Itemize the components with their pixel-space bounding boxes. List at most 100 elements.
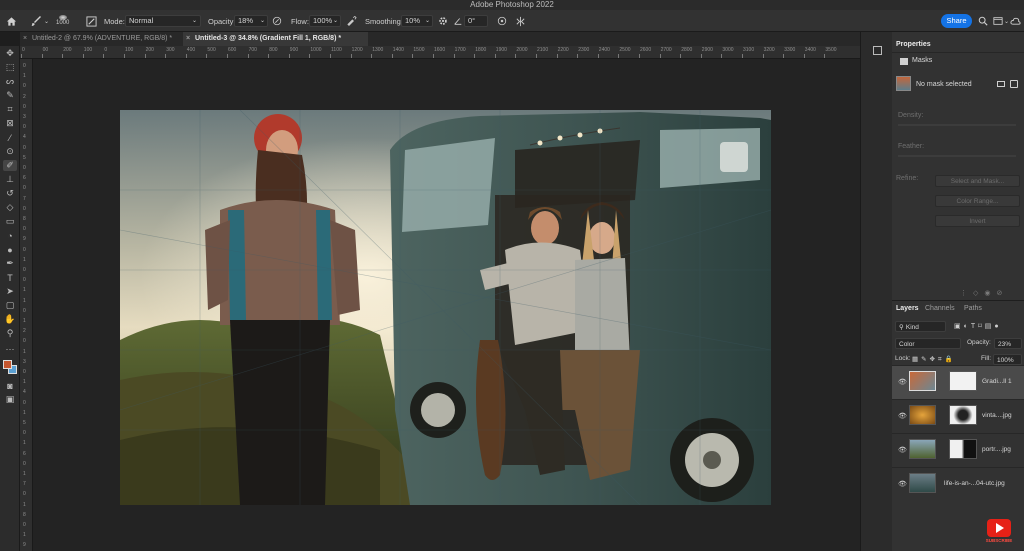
share-button[interactable]: Share (941, 14, 972, 28)
gear-icon[interactable] (438, 10, 448, 32)
tab-untitled-2[interactable]: × Untitled-2 @ 67.9% (ADVENTURE, RGB/8) … (20, 32, 183, 46)
pen-tool-icon[interactable]: ✒ (3, 258, 17, 269)
gradient-tool-icon[interactable]: ▭ (3, 216, 17, 227)
layer-row-vintage[interactable]: 👁 vinta....jpg (892, 399, 1024, 433)
blur-tool-icon[interactable]: ◔ (3, 230, 17, 241)
tab-channels[interactable]: Channels (925, 302, 955, 316)
ruler-tick-label: 7 (23, 481, 26, 488)
quick-select-tool-icon[interactable]: ✎ (3, 90, 17, 101)
vector-mask-icon[interactable] (1010, 80, 1018, 88)
ruler-tick-label: 1 (23, 471, 26, 477)
eye-icon[interactable]: 👁 (898, 446, 907, 454)
tab-untitled-3[interactable]: × Untitled-3 @ 34.8% (Gradient Fill 1, R… (183, 32, 368, 46)
crop-tool-icon[interactable]: ⌗ (3, 104, 17, 115)
fill-field[interactable]: 100% (993, 354, 1022, 365)
frame-tool-icon[interactable]: ⊠ (3, 118, 17, 129)
opacity-field[interactable]: 18% ⌄ (234, 10, 268, 32)
ruler-tick (556, 54, 558, 58)
tab-properties[interactable]: Properties (896, 38, 931, 52)
brush-preset-picker[interactable]: 1000 (56, 10, 69, 32)
pressure-size-icon[interactable] (497, 10, 507, 32)
search-icon[interactable] (978, 10, 988, 32)
fill-label: Fill: (981, 355, 992, 362)
pixel-mask-icon[interactable] (997, 81, 1005, 87)
layer-thumbnail (909, 405, 936, 425)
tab-label: Untitled-3 @ 34.8% (Gradient Fill 1, RGB… (195, 35, 342, 42)
symmetry-icon[interactable] (515, 10, 526, 32)
feather-slider[interactable] (898, 155, 1016, 157)
brush-settings-icon[interactable] (86, 10, 97, 32)
airbrush-icon[interactable] (346, 10, 357, 32)
angle-icon[interactable] (453, 10, 463, 32)
eye-icon[interactable]: 👁 (898, 412, 907, 420)
type-tool-icon[interactable]: T (3, 272, 17, 283)
layer-mask-thumbnail (949, 405, 977, 425)
close-icon[interactable]: × (186, 32, 190, 46)
move-tool-icon[interactable]: ✥ (3, 48, 17, 59)
chevron-down-icon[interactable]: ⌄ (44, 18, 49, 25)
layer-thumbnail (909, 371, 936, 391)
dodge-tool-icon[interactable]: ● (3, 244, 17, 255)
kind-filter-select[interactable]: ⚲ Kind (895, 321, 946, 332)
tab-layers[interactable]: Layers (896, 302, 919, 316)
ruler-tick (762, 54, 764, 58)
more-tools-icon[interactable]: ··· (3, 343, 17, 354)
layer-row-life-is-an[interactable]: 👁 life-is-an-...04-utc.jpg (892, 467, 1024, 501)
stamp-tool-icon[interactable]: ⊥ (3, 174, 17, 185)
mask-actions-icon[interactable]: ⋮◇◉⊘ (960, 289, 1008, 297)
flow-field[interactable]: 100% ⌄ (309, 10, 341, 32)
ruler-tick-label: 1 (23, 532, 26, 539)
eraser-tool-icon[interactable]: ◇ (3, 202, 17, 213)
tab-paths[interactable]: Paths (964, 302, 982, 316)
smoothing-field[interactable]: 10% ⌄ (401, 10, 433, 32)
layer-row-gradient-fill[interactable]: 👁 Gradi...ll 1 (892, 365, 1024, 399)
spot-heal-tool-icon[interactable]: ⊙ (3, 146, 17, 157)
ruler-tick-label: 1 (23, 440, 26, 447)
ruler-tick-label: 0 (23, 124, 26, 131)
home-icon[interactable] (6, 10, 17, 32)
brush-tool-icon[interactable]: ✐ (3, 160, 17, 171)
brush-tool-icon[interactable]: ⌄ (30, 10, 49, 32)
layer-opacity-field[interactable]: 23% (994, 338, 1022, 349)
chevron-down-icon: ⌄ (424, 18, 430, 24)
eyedropper-tool-icon[interactable]: ⁄ (3, 132, 17, 143)
ruler-tick-label: 300 (166, 47, 175, 53)
ruler-tick-label: 200 (145, 47, 154, 53)
smoothing-value: 10% (405, 16, 421, 25)
foreground-color-swatch[interactable] (3, 360, 12, 369)
hand-tool-icon[interactable]: ✋ (3, 314, 17, 325)
marquee-tool-icon[interactable]: ⬚ (3, 62, 17, 73)
select-and-mask-button[interactable]: Select and Mask... (935, 175, 1020, 187)
lock-icons[interactable]: ▦✎✥⌗🔒 (912, 355, 956, 364)
quick-mask-icon[interactable]: ◙ (3, 380, 17, 391)
density-slider[interactable] (898, 124, 1016, 126)
cloud-icon[interactable] (1010, 10, 1021, 32)
invert-button[interactable]: Invert (935, 215, 1020, 227)
shape-tool-icon[interactable]: ▢ (3, 300, 17, 311)
eye-icon[interactable]: 👁 (898, 378, 907, 386)
history-brush-tool-icon[interactable]: ↺ (3, 188, 17, 199)
ruler-tick-label: 0 (23, 491, 26, 498)
color-range-button[interactable]: Color Range... (935, 195, 1020, 207)
opacity-label: Opacity: (208, 16, 236, 26)
mode-select[interactable]: Normal ⌄ (125, 10, 201, 32)
layer-row-portrait[interactable]: 👁 portr....jpg (892, 433, 1024, 467)
layer-filter-icons[interactable]: ▣◐T⌑▤● (954, 322, 1002, 330)
eye-icon[interactable]: 👁 (898, 480, 907, 488)
history-panel-icon[interactable] (873, 46, 882, 55)
ruler-tick-label: 5 (23, 154, 26, 161)
angle-field[interactable]: 0° (464, 10, 488, 32)
path-select-tool-icon[interactable]: ➤ (3, 286, 17, 297)
subscribe-badge[interactable]: SUBSCRIBE (985, 519, 1013, 545)
layer-thumbnail (909, 439, 936, 459)
zoom-tool-icon[interactable]: ⚲ (3, 328, 17, 339)
lasso-tool-icon[interactable]: ᔕ (3, 76, 17, 87)
document-canvas[interactable] (120, 110, 771, 505)
ruler-tick-label: 3500 (825, 47, 837, 53)
blend-mode-select[interactable]: Color (895, 338, 961, 349)
close-icon[interactable]: × (23, 32, 27, 46)
pressure-opacity-icon[interactable] (272, 10, 282, 32)
screen-mode-icon[interactable]: ▣ (3, 394, 17, 405)
workspace-icon[interactable]: ⌄ (993, 10, 1009, 32)
chevron-down-icon: ⌄ (1004, 18, 1010, 25)
